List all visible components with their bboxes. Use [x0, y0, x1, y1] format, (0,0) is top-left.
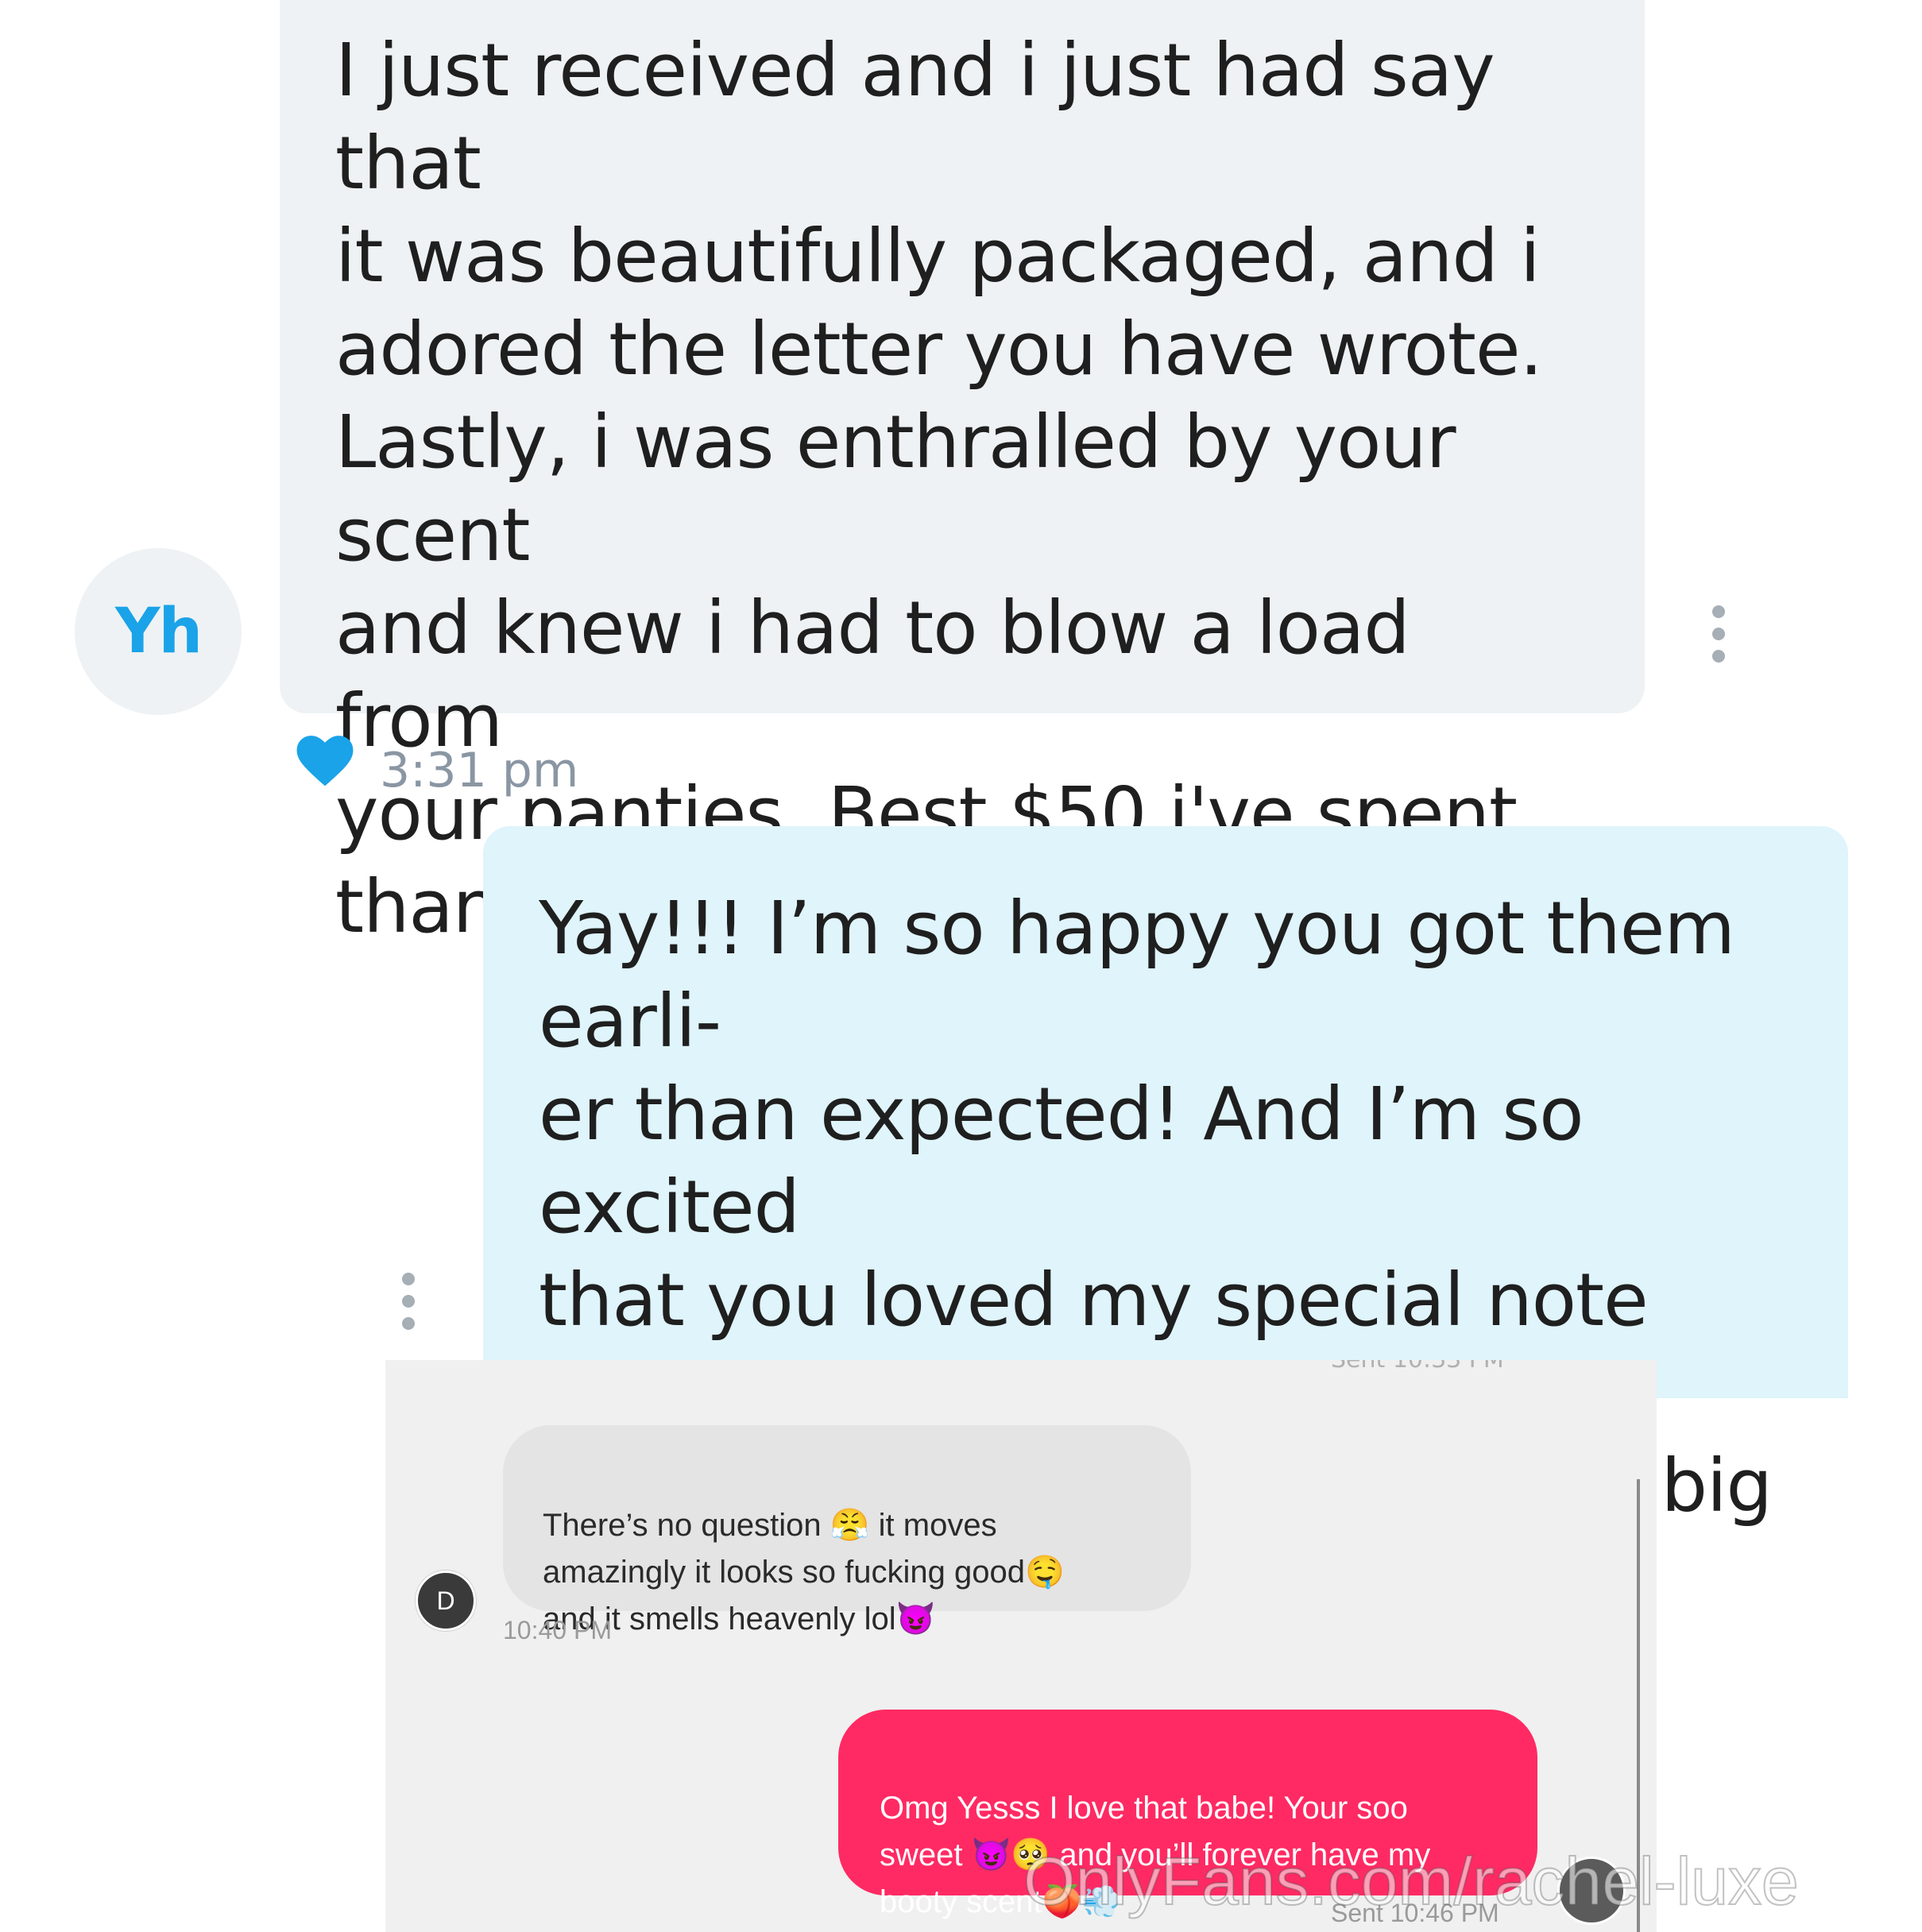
incoming-message-text: I just received and i just had say that …: [335, 28, 1543, 949]
incoming-message-bubble[interactable]: I just received and i just had say that …: [280, 0, 1645, 949]
previous-message-status: Sent 10:33 PM: [1331, 1360, 1504, 1374]
avatar-initials: Yh: [114, 596, 203, 667]
heart-icon[interactable]: [296, 732, 354, 788]
avatar-initial: D: [436, 1586, 455, 1615]
incoming-message-text: There’s no question 😤 it moves amazingly…: [543, 1508, 1065, 1636]
avatar[interactable]: D: [416, 1571, 476, 1631]
incoming-message-bubble[interactable]: There’s no question 😤 it moves amazingly…: [503, 1425, 1191, 1636]
message-timestamp: 10:40 PM: [503, 1616, 612, 1644]
message-timestamp: 3:31 pm: [380, 743, 579, 798]
watermark: OnlyFans.com/rachel-luxe: [1023, 1843, 1800, 1919]
avatar[interactable]: Yh: [75, 548, 242, 715]
more-options-icon[interactable]: [401, 1273, 416, 1330]
more-options-icon[interactable]: [1711, 605, 1726, 663]
outgoing-message-bubble[interactable]: Yay!!! I’m so happy you got them earli- …: [483, 826, 1848, 1621]
